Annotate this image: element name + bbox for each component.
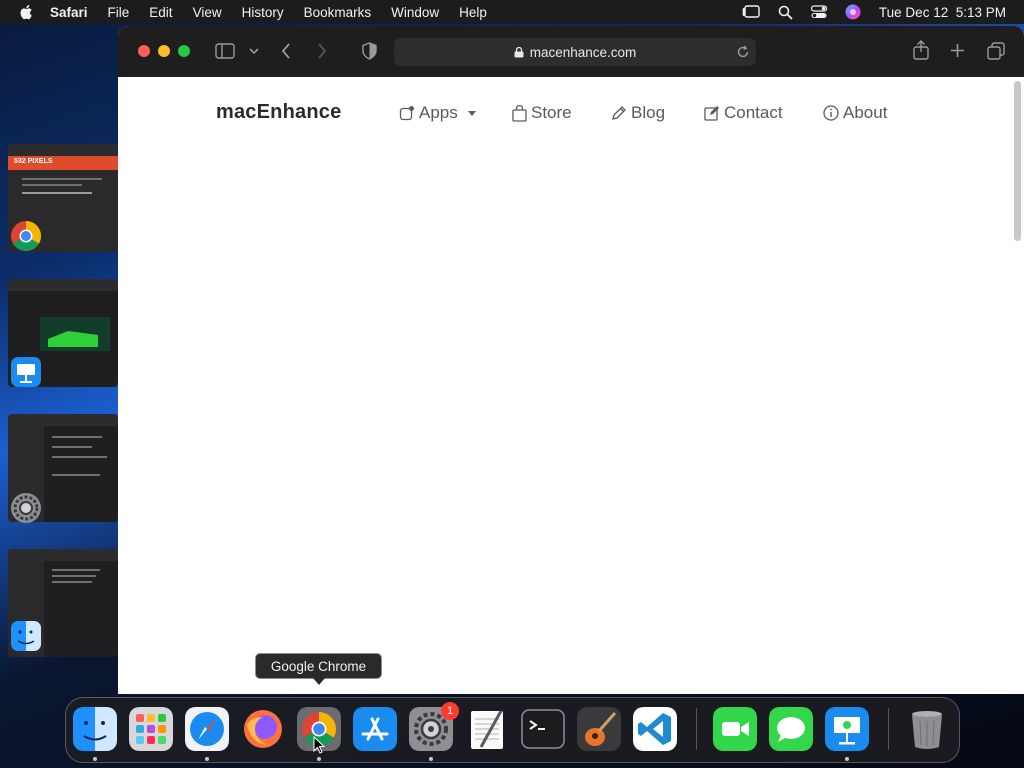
address-bar[interactable]: macenhance.com bbox=[394, 38, 756, 66]
menu-app-safari[interactable]: Safari bbox=[50, 5, 88, 20]
nav-blog-label: Blog bbox=[631, 103, 666, 122]
thumb-text-line bbox=[22, 192, 92, 194]
stage-manager-strip: 532 PIXELS bbox=[0, 24, 118, 694]
zoom-window-button[interactable] bbox=[178, 45, 190, 57]
thumb-text-line bbox=[22, 178, 102, 180]
page-scrollbar[interactable] bbox=[1014, 81, 1021, 241]
thumb-header-text: 532 PIXELS bbox=[14, 158, 53, 165]
menubar-clock[interactable]: Tue Dec 12 5:13 PM bbox=[879, 5, 1006, 20]
edit-square-icon bbox=[704, 106, 719, 121]
thumb-text-line bbox=[52, 575, 96, 577]
minimize-window-button[interactable] bbox=[158, 45, 170, 57]
siri-icon[interactable] bbox=[845, 4, 861, 20]
textedit-icon[interactable] bbox=[465, 707, 509, 751]
vscode-icon[interactable] bbox=[633, 707, 677, 751]
lock-icon bbox=[514, 46, 524, 57]
site-brand-logo[interactable]: macEnhance bbox=[216, 101, 341, 124]
nav-store-label: Store bbox=[531, 103, 572, 122]
control-center-icon[interactable] bbox=[810, 5, 827, 19]
spotlight-search-icon[interactable] bbox=[778, 5, 793, 20]
thumb-text-line bbox=[52, 436, 102, 438]
back-icon[interactable] bbox=[281, 43, 291, 59]
sidebar-toggle-icon[interactable] bbox=[215, 43, 235, 59]
launchpad-icon[interactable] bbox=[129, 707, 173, 751]
menu-edit[interactable]: Edit bbox=[149, 5, 172, 20]
running-indicator bbox=[845, 757, 849, 761]
dock-separator bbox=[888, 708, 889, 750]
keynote-icon[interactable] bbox=[825, 707, 869, 751]
finder-icon[interactable] bbox=[73, 707, 117, 751]
chrome-icon[interactable] bbox=[10, 220, 42, 252]
firefox-icon[interactable] bbox=[241, 707, 285, 751]
terminal-icon[interactable] bbox=[521, 707, 565, 751]
new-tab-icon[interactable] bbox=[950, 43, 965, 58]
thumb-titlebar bbox=[8, 279, 118, 291]
tab-overview-icon[interactable] bbox=[987, 42, 1005, 60]
nav-about-label: About bbox=[843, 103, 888, 122]
info-circle-icon bbox=[823, 105, 839, 121]
keynote-icon[interactable] bbox=[10, 356, 42, 388]
trash-icon[interactable] bbox=[905, 707, 949, 751]
share-icon[interactable] bbox=[913, 40, 929, 60]
menu-history[interactable]: History bbox=[242, 5, 284, 20]
dock-tooltip-text: Google Chrome bbox=[270, 658, 367, 674]
thumb-titlebar bbox=[8, 144, 118, 156]
running-indicator bbox=[317, 757, 321, 761]
menu-bookmarks[interactable]: Bookmarks bbox=[304, 5, 372, 20]
nav-apps[interactable]: Apps bbox=[399, 103, 476, 123]
thumb-text-line bbox=[52, 581, 92, 583]
thumb-text-line bbox=[52, 456, 107, 458]
menu-window[interactable]: Window bbox=[391, 5, 439, 20]
nav-about[interactable]: About bbox=[823, 103, 887, 123]
stage-manager-icon[interactable] bbox=[742, 5, 760, 19]
web-page: macEnhance Apps Store Blog Contact About bbox=[118, 77, 1024, 694]
thumb-text-line bbox=[52, 446, 92, 448]
window-controls bbox=[138, 45, 190, 57]
thumb-text-line bbox=[22, 184, 82, 186]
dock: 1 bbox=[65, 697, 960, 763]
safari-window: macenhance.com macEnhance Apps Store Blo… bbox=[118, 26, 1024, 694]
dock-separator bbox=[696, 708, 697, 750]
chevron-down-icon[interactable] bbox=[249, 48, 259, 55]
privacy-shield-icon[interactable] bbox=[362, 42, 377, 60]
chevron-down-icon bbox=[467, 110, 476, 116]
messages-icon[interactable] bbox=[769, 707, 813, 751]
menu-file[interactable]: File bbox=[108, 5, 130, 20]
notification-badge: 1 bbox=[441, 702, 459, 720]
running-indicator bbox=[93, 757, 97, 761]
safari-toolbar: macenhance.com bbox=[118, 26, 1024, 77]
finder-icon[interactable] bbox=[10, 620, 42, 652]
nav-contact[interactable]: Contact bbox=[704, 103, 783, 123]
menu-bar: Safari File Edit View History Bookmarks … bbox=[0, 0, 1024, 24]
app-store-icon[interactable] bbox=[353, 707, 397, 751]
menu-help[interactable]: Help bbox=[459, 5, 487, 20]
site-navbar: macEnhance Apps Store Blog Contact About bbox=[118, 77, 1008, 149]
facetime-icon[interactable] bbox=[713, 707, 757, 751]
thumb-titlebar bbox=[8, 549, 118, 561]
menu-view[interactable]: View bbox=[193, 5, 222, 20]
apple-menu-icon[interactable] bbox=[18, 3, 36, 21]
mouse-cursor-icon bbox=[313, 736, 325, 754]
close-window-button[interactable] bbox=[138, 45, 150, 57]
forward-icon[interactable] bbox=[317, 43, 327, 59]
thumb-text-line bbox=[52, 569, 100, 571]
apps-icon bbox=[399, 106, 414, 121]
thumb-text-line bbox=[52, 474, 100, 476]
system-settings-icon[interactable] bbox=[10, 492, 42, 524]
dock-tooltip: Google Chrome bbox=[255, 653, 382, 685]
pen-icon bbox=[612, 106, 626, 120]
garageband-icon[interactable] bbox=[577, 707, 621, 751]
nav-contact-label: Contact bbox=[724, 103, 783, 122]
nav-apps-label: Apps bbox=[419, 103, 458, 122]
running-indicator bbox=[429, 757, 433, 761]
nav-blog[interactable]: Blog bbox=[611, 103, 665, 123]
nav-store[interactable]: Store bbox=[512, 103, 572, 123]
safari-icon[interactable] bbox=[185, 707, 229, 751]
thumb-titlebar bbox=[8, 414, 118, 426]
shopping-bag-icon bbox=[512, 104, 527, 122]
reload-icon[interactable] bbox=[736, 45, 750, 59]
running-indicator bbox=[205, 757, 209, 761]
url-text: macenhance.com bbox=[529, 44, 637, 60]
